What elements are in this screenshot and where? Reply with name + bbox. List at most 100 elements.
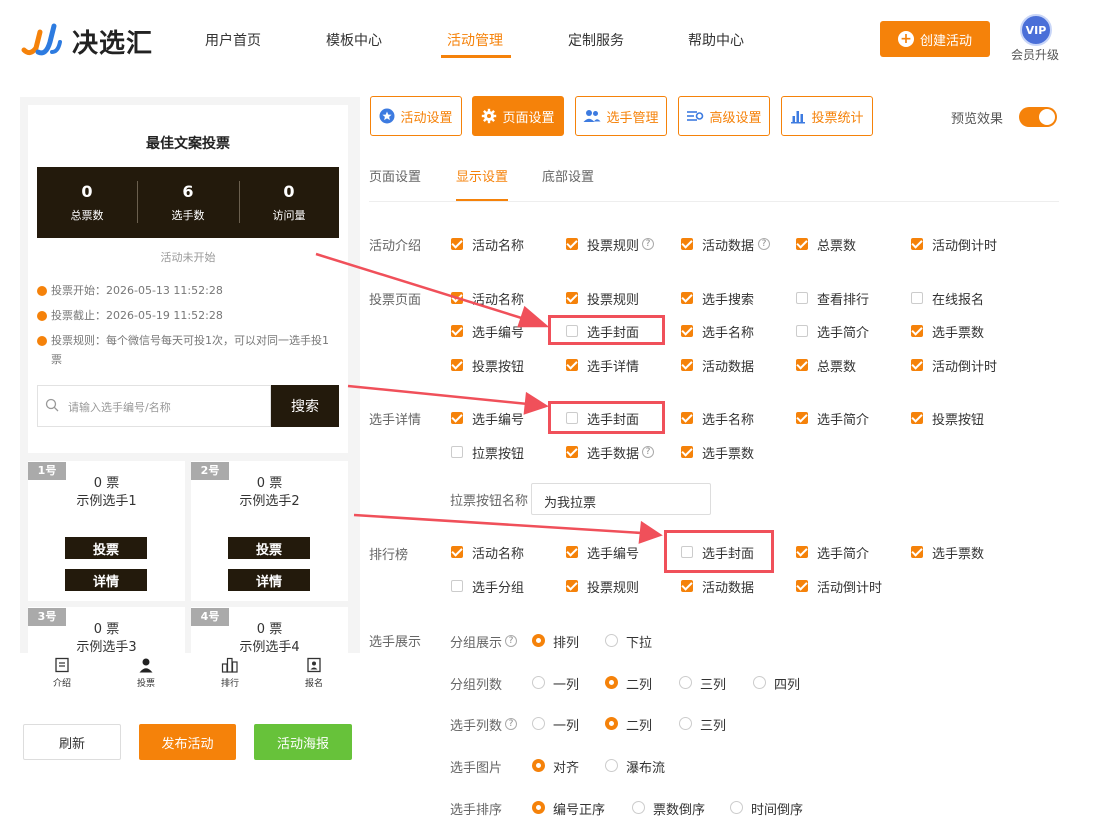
activity-settings-button[interactable]: 活动设置 bbox=[370, 96, 462, 136]
nav-activity-management[interactable]: 活动管理 bbox=[447, 30, 503, 50]
highlight-box bbox=[548, 315, 665, 345]
detail-option-checkbox[interactable] bbox=[796, 412, 808, 424]
search-button[interactable]: 搜索 bbox=[271, 385, 339, 427]
vote-page-option-checkbox[interactable] bbox=[911, 359, 923, 371]
vote-page-option-checkbox[interactable] bbox=[796, 359, 808, 371]
display-option-radio[interactable] bbox=[679, 717, 692, 730]
vote-statistics-button[interactable]: 投票统计 bbox=[781, 96, 873, 136]
publish-activity-button[interactable]: 发布活动 bbox=[139, 724, 236, 760]
intro-option-checkbox[interactable] bbox=[451, 238, 463, 250]
intro-option-checkbox[interactable] bbox=[566, 238, 578, 250]
help-icon[interactable]: ? bbox=[505, 635, 517, 647]
intro-option-checkbox[interactable] bbox=[796, 238, 808, 250]
vote-page-option-checkbox[interactable] bbox=[566, 359, 578, 371]
nav-help-center[interactable]: 帮助中心 bbox=[688, 30, 744, 50]
display-row-label: 选手列数 bbox=[450, 719, 503, 734]
vote-page-option-checkbox[interactable] bbox=[681, 325, 693, 337]
subtab-page-settings[interactable]: 页面设置 bbox=[369, 166, 421, 185]
help-icon[interactable]: ? bbox=[642, 446, 654, 458]
display-option-radio[interactable] bbox=[605, 759, 618, 772]
display-option-radio[interactable] bbox=[532, 676, 545, 689]
intro-option-checkbox[interactable] bbox=[681, 238, 693, 250]
intro-option-label: 活动名称 bbox=[472, 239, 525, 254]
vote-page-option-checkbox[interactable] bbox=[451, 359, 463, 371]
detail-button[interactable]: 详情 bbox=[65, 569, 147, 591]
subtab-active-underline bbox=[456, 199, 508, 201]
ranking-option-checkbox[interactable] bbox=[566, 546, 578, 558]
vote-page-option-checkbox[interactable] bbox=[796, 292, 808, 304]
pull-button-name-input[interactable]: 为我拉票 bbox=[531, 483, 711, 515]
vote-page-option-label: 查看排行 bbox=[817, 293, 870, 308]
detail-option-checkbox[interactable] bbox=[451, 446, 463, 458]
vote-page-option-checkbox[interactable] bbox=[681, 359, 693, 371]
display-row-label: 分组列数 bbox=[450, 678, 503, 693]
ranking-option-checkbox[interactable] bbox=[451, 580, 463, 592]
help-icon[interactable]: ? bbox=[505, 718, 517, 730]
intro-icon bbox=[55, 657, 69, 673]
ranking-option-checkbox[interactable] bbox=[796, 580, 808, 592]
vote-page-option-checkbox[interactable] bbox=[451, 292, 463, 304]
candidate-votes: 0 票 bbox=[256, 476, 283, 491]
vote-page-option-checkbox[interactable] bbox=[796, 325, 808, 337]
vote-button[interactable]: 投票 bbox=[65, 537, 147, 559]
vote-page-option-checkbox[interactable] bbox=[911, 292, 923, 304]
ranking-option-label: 选手分组 bbox=[472, 581, 525, 596]
vip-icon[interactable]: VIP bbox=[1020, 14, 1052, 46]
page-settings-button[interactable]: 页面设置 bbox=[472, 96, 564, 136]
info-dot-icon bbox=[37, 336, 47, 346]
candidate-management-button[interactable]: 选手管理 bbox=[575, 96, 667, 136]
display-option-radio[interactable] bbox=[605, 676, 618, 689]
vote-page-option-label: 选手详情 bbox=[587, 360, 640, 375]
detail-option-checkbox[interactable] bbox=[681, 446, 693, 458]
display-option-radio[interactable] bbox=[605, 634, 618, 647]
display-option-radio[interactable] bbox=[679, 676, 692, 689]
intro-option-checkbox[interactable] bbox=[911, 238, 923, 250]
subtab-bottom-settings[interactable]: 底部设置 bbox=[542, 166, 594, 185]
tab-vote[interactable]: 投票 bbox=[106, 657, 186, 689]
button-label: 页面设置 bbox=[502, 110, 555, 126]
display-option-label: 票数倒序 bbox=[653, 803, 706, 818]
tab-label: 报名 bbox=[304, 679, 323, 689]
detail-option-checkbox[interactable] bbox=[681, 412, 693, 424]
vote-page-option-checkbox[interactable] bbox=[451, 325, 463, 337]
detail-option-checkbox[interactable] bbox=[451, 412, 463, 424]
subtab-display-settings[interactable]: 显示设置 bbox=[456, 166, 508, 185]
display-option-radio[interactable] bbox=[753, 676, 766, 689]
refresh-button[interactable]: 刷新 bbox=[23, 724, 121, 760]
ranking-option-checkbox[interactable] bbox=[796, 546, 808, 558]
ranking-option-checkbox[interactable] bbox=[911, 546, 923, 558]
help-icon[interactable]: ? bbox=[758, 238, 770, 250]
arrow-head bbox=[638, 520, 663, 544]
tab-signup[interactable]: 报名 bbox=[274, 657, 354, 689]
tab-ranking[interactable]: 排行 bbox=[190, 657, 270, 689]
section-label-ranking: 排行榜 bbox=[369, 548, 409, 563]
preview-effect-toggle[interactable] bbox=[1019, 107, 1057, 127]
detail-button[interactable]: 详情 bbox=[228, 569, 310, 591]
display-option-radio[interactable] bbox=[532, 717, 545, 730]
create-activity-button[interactable]: + 创建活动 bbox=[880, 21, 990, 57]
display-option-radio[interactable] bbox=[605, 717, 618, 730]
advanced-settings-button[interactable]: 高级设置 bbox=[678, 96, 770, 136]
display-option-radio[interactable] bbox=[532, 801, 545, 814]
vip-upgrade-label[interactable]: 会员升级 bbox=[1011, 46, 1059, 63]
display-option-radio[interactable] bbox=[532, 634, 545, 647]
vote-page-option-checkbox[interactable] bbox=[566, 292, 578, 304]
vote-button[interactable]: 投票 bbox=[228, 537, 310, 559]
vote-page-option-checkbox[interactable] bbox=[911, 325, 923, 337]
tab-intro[interactable]: 介绍 bbox=[22, 657, 102, 689]
vote-page-option-checkbox[interactable] bbox=[681, 292, 693, 304]
ranking-option-checkbox[interactable] bbox=[681, 580, 693, 592]
nav-user-home[interactable]: 用户首页 bbox=[205, 30, 261, 50]
display-option-radio[interactable] bbox=[730, 801, 743, 814]
detail-option-checkbox[interactable] bbox=[566, 446, 578, 458]
display-option-radio[interactable] bbox=[632, 801, 645, 814]
nav-template-center[interactable]: 模板中心 bbox=[326, 30, 382, 50]
help-icon[interactable]: ? bbox=[642, 238, 654, 250]
arrow-head bbox=[523, 391, 549, 415]
nav-custom-service[interactable]: 定制服务 bbox=[568, 30, 624, 50]
ranking-option-checkbox[interactable] bbox=[451, 546, 463, 558]
display-option-radio[interactable] bbox=[532, 759, 545, 772]
activity-poster-button[interactable]: 活动海报 bbox=[254, 724, 352, 760]
ranking-option-checkbox[interactable] bbox=[566, 580, 578, 592]
detail-option-checkbox[interactable] bbox=[911, 412, 923, 424]
